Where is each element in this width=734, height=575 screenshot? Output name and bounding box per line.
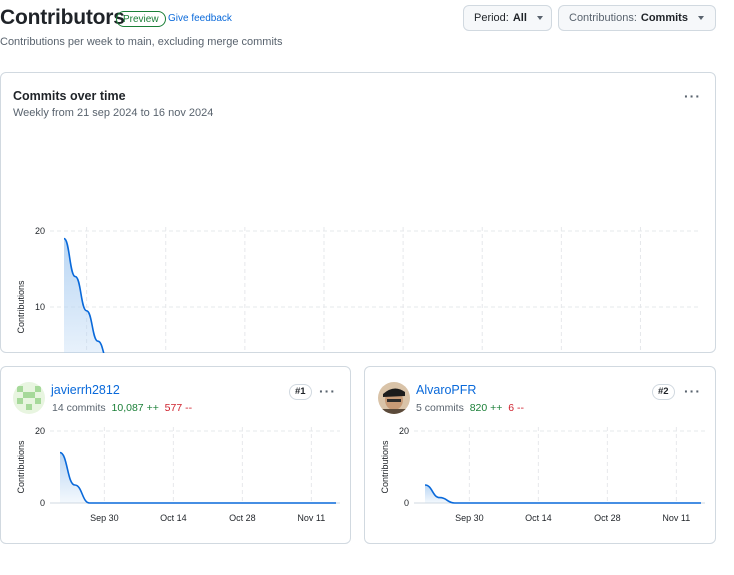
y-tick-label: 10	[35, 302, 45, 312]
page-subtitle: Contributions per week to main, excludin…	[0, 36, 283, 48]
y-tick-label: 0	[404, 498, 409, 508]
y-tick-label: 0	[40, 498, 45, 508]
chevron-down-icon	[536, 16, 543, 20]
commits-chart: 01020Sep 23Sep 30Oct 7Oct 14Oct 21Oct 28…	[16, 226, 701, 353]
series-line	[59, 451, 336, 504]
y-tick-label: 20	[35, 426, 45, 436]
x-tick-label: Oct 28	[594, 513, 621, 523]
x-tick-label: Nov 11	[662, 513, 690, 523]
give-feedback-link[interactable]: Give feedback	[168, 13, 232, 24]
contributor-card: AlvaroPFR 5 commits 820 ++ 6 -- #2 ··· 0…	[364, 366, 716, 544]
contributor-chart: 0 20 Sep 30 Oct 14 Oct 28 Nov 11 Contributions	[380, 426, 705, 523]
series-line	[63, 237, 105, 353]
commits-over-time-card: Commits over time Weekly from 21 sep 202…	[0, 72, 716, 353]
series-area	[425, 485, 701, 503]
contributions-select[interactable]: Contributions: Commits	[558, 5, 716, 31]
chevron-down-icon	[697, 16, 704, 20]
y-axis-label: Contributions	[380, 440, 390, 494]
x-tick-label: Oct 28	[229, 513, 256, 523]
period-label: Period:	[474, 12, 509, 24]
series-line	[424, 484, 701, 504]
contributor-card: javierrh2812 14 commits 10,087 ++ 577 --…	[0, 366, 351, 544]
period-value: All	[512, 12, 527, 24]
y-axis-label: Contributions	[16, 440, 26, 494]
x-tick-label: Sep 30	[455, 513, 484, 523]
y-tick-label: 20	[35, 226, 45, 236]
x-tick-label: Nov 11	[297, 513, 325, 523]
y-tick-label: 20	[399, 426, 409, 436]
x-tick-label: Oct 14	[160, 513, 187, 523]
preview-badge: Preview	[116, 11, 166, 27]
series-area	[64, 238, 104, 353]
page-title: Contributors	[0, 6, 125, 29]
contributions-label: Contributions:	[569, 12, 637, 24]
contributor-chart: 0 20 Sep 30 Oct 14 Oct 28 Nov 11 Contributions	[16, 426, 340, 523]
x-tick-label: Oct 14	[525, 513, 552, 523]
series-area	[60, 452, 336, 503]
period-select[interactable]: Period: All	[463, 5, 552, 31]
contributions-value: Commits	[640, 12, 688, 24]
y-axis-label: Contributions	[16, 280, 26, 334]
x-tick-label: Sep 30	[90, 513, 119, 523]
